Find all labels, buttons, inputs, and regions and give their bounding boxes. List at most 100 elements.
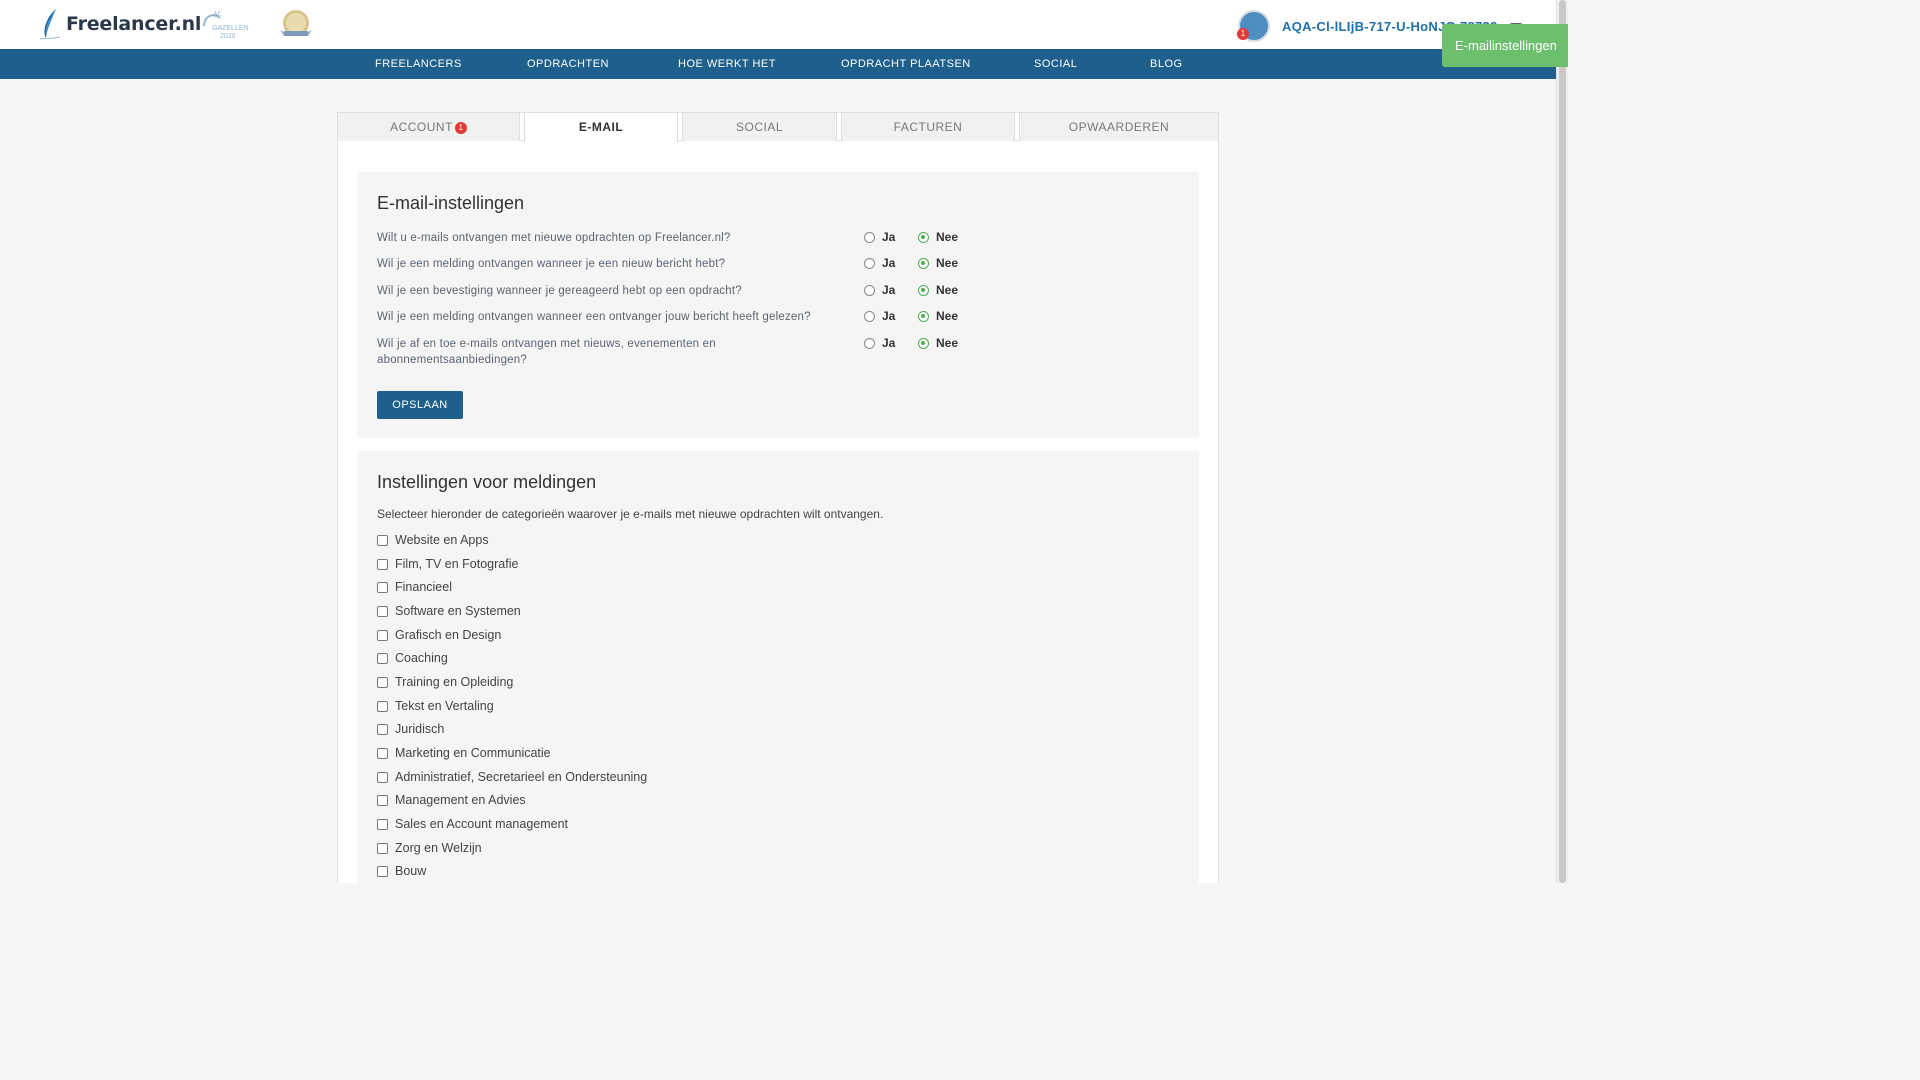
- radio-nee[interactable]: Nee: [918, 256, 958, 270]
- notification-settings-title: Instellingen voor meldingen: [377, 472, 597, 492]
- radio-nee-label: Nee: [936, 256, 959, 270]
- checkbox[interactable]: [377, 605, 388, 617]
- tab-opwaarderen[interactable]: OPWAARDEREN: [1019, 112, 1219, 141]
- logo-text: Freelancer.nl: [66, 13, 202, 35]
- checkbox[interactable]: [377, 818, 388, 830]
- category-label: Marketing en Communicatie: [395, 746, 551, 760]
- category-checkbox-row[interactable]: Administratief, Secretarieel en Onderste…: [377, 770, 647, 784]
- svg-text:GAZELLEN: GAZELLEN: [212, 25, 249, 32]
- radio-nee-control[interactable]: [918, 284, 929, 296]
- main-nav: FREELANCERS OPDRACHTEN HOE WERKT HET OPD…: [0, 49, 1556, 79]
- radio-nee[interactable]: Nee: [918, 230, 958, 244]
- radio-nee-label: Nee: [936, 336, 959, 350]
- tab-email[interactable]: E-MAIL: [524, 112, 678, 142]
- fd-gazellen-badge: fd. GAZELLEN 2020: [200, 8, 258, 40]
- radio-nee-label: Nee: [936, 309, 959, 323]
- category-checkbox-row[interactable]: Website en Apps: [377, 533, 489, 547]
- radio-ja-label: Ja: [882, 256, 896, 270]
- scrollbar-thumb[interactable]: [1559, 0, 1566, 883]
- radio-ja[interactable]: Ja: [864, 336, 895, 350]
- category-checkbox-row[interactable]: Juridisch: [377, 722, 444, 736]
- tab-account[interactable]: ACCOUNT 1: [337, 112, 520, 141]
- tab-social[interactable]: SOCIAL: [682, 112, 837, 141]
- top-header: Freelancer.nl fd. GAZELLEN 2020 1 AQA-Cl…: [0, 0, 1556, 49]
- feather-icon: [39, 9, 61, 40]
- tab-account-label: ACCOUNT: [390, 120, 453, 134]
- radio-ja-label: Ja: [882, 309, 896, 323]
- question-text: Wil je af en toe e-mails ontvangen met n…: [377, 338, 716, 366]
- radio-ja[interactable]: Ja: [864, 309, 895, 323]
- nav-item-blog[interactable]: BLOG: [1150, 49, 1183, 79]
- radio-ja[interactable]: Ja: [864, 283, 895, 297]
- category-label: Management en Advies: [395, 793, 526, 807]
- category-checkbox-row[interactable]: Software en Systemen: [377, 604, 521, 618]
- radio-nee-label: Nee: [936, 283, 959, 297]
- freelancer-logo[interactable]: Freelancer.nl: [38, 7, 201, 41]
- award-seal-badge: [274, 8, 318, 40]
- tab-social-label: SOCIAL: [735, 120, 783, 134]
- checkbox[interactable]: [377, 865, 388, 877]
- tab-facturen-label: FACTUREN: [893, 120, 963, 134]
- category-label: Juridisch: [395, 722, 445, 736]
- category-checkbox-row[interactable]: Grafisch en Design: [377, 628, 501, 642]
- checkbox[interactable]: [377, 771, 388, 783]
- category-checkbox-row[interactable]: Bouw: [377, 864, 426, 878]
- radio-ja-control[interactable]: [864, 257, 875, 269]
- nav-item-opdracht-plaatsen[interactable]: OPDRACHT PLAATSEN: [841, 49, 971, 79]
- radio-ja-control[interactable]: [864, 310, 875, 322]
- save-button[interactable]: OPSLAAN: [377, 391, 463, 419]
- category-checkbox-row[interactable]: Zorg en Welzijn: [377, 841, 482, 855]
- radio-nee[interactable]: Nee: [918, 309, 958, 323]
- radio-ja[interactable]: Ja: [864, 256, 895, 270]
- category-label: Sales en Account management: [395, 817, 569, 831]
- notification-badge: 1: [1237, 28, 1249, 40]
- category-checkbox-row[interactable]: Film, TV en Fotografie: [377, 557, 518, 571]
- checkbox[interactable]: [377, 794, 388, 806]
- checkbox[interactable]: [377, 747, 388, 759]
- category-label: Bouw: [395, 864, 427, 878]
- radio-ja-label: Ja: [882, 283, 896, 297]
- category-checkbox-row[interactable]: Management en Advies: [377, 793, 526, 807]
- category-label: Grafisch en Design: [395, 628, 502, 642]
- checkbox[interactable]: [377, 629, 388, 641]
- category-checkbox-row[interactable]: Training en Opleiding: [377, 675, 513, 689]
- checkbox[interactable]: [377, 581, 388, 593]
- checkbox[interactable]: [377, 534, 388, 546]
- checkbox[interactable]: [377, 700, 388, 712]
- radio-nee-control[interactable]: [918, 231, 929, 243]
- category-label: Financieel: [395, 580, 452, 594]
- nav-item-social[interactable]: SOCIAL: [1034, 49, 1077, 79]
- category-checkbox-row[interactable]: Tekst en Vertaling: [377, 699, 494, 713]
- tab-facturen[interactable]: FACTUREN: [841, 112, 1015, 141]
- question-text: Wil je een melding ontvangen wanneer een…: [377, 311, 811, 323]
- category-checkbox-row[interactable]: Coaching: [377, 651, 448, 665]
- checkbox[interactable]: [377, 558, 388, 570]
- checkbox[interactable]: [377, 676, 388, 688]
- nav-item-hoe-werkt-het[interactable]: HOE WERKT HET: [678, 49, 776, 79]
- radio-ja[interactable]: Ja: [864, 230, 895, 244]
- category-checkbox-row[interactable]: Sales en Account management: [377, 817, 568, 831]
- category-checkbox-row[interactable]: Marketing en Communicatie: [377, 746, 551, 760]
- radio-nee-control[interactable]: [918, 310, 929, 322]
- radio-nee-control[interactable]: [918, 337, 929, 349]
- nav-item-opdrachten[interactable]: OPDRACHTEN: [527, 49, 609, 79]
- checkbox[interactable]: [377, 652, 388, 664]
- radio-ja-control[interactable]: [864, 337, 875, 349]
- radio-ja-control[interactable]: [864, 284, 875, 296]
- checkbox[interactable]: [377, 723, 388, 735]
- category-label: Website en Apps: [395, 533, 489, 547]
- avatar[interactable]: 1: [1237, 10, 1270, 42]
- radio-nee-label: Nee: [936, 230, 959, 244]
- question-text: Wil je een bevestiging wanneer je gereag…: [377, 285, 742, 297]
- category-label: Training en Opleiding: [395, 675, 514, 689]
- radio-nee-control[interactable]: [918, 257, 929, 269]
- category-label: Tekst en Vertaling: [395, 699, 494, 713]
- radio-nee[interactable]: Nee: [918, 336, 958, 350]
- radio-ja-control[interactable]: [864, 231, 875, 243]
- checkbox[interactable]: [377, 842, 388, 854]
- toast-notification[interactable]: E-mailinstellingen: [1442, 24, 1568, 67]
- radio-nee[interactable]: Nee: [918, 283, 958, 297]
- scrollbar[interactable]: [1556, 0, 1568, 883]
- nav-item-freelancers[interactable]: FREELANCERS: [375, 49, 462, 79]
- category-checkbox-row[interactable]: Financieel: [377, 580, 452, 594]
